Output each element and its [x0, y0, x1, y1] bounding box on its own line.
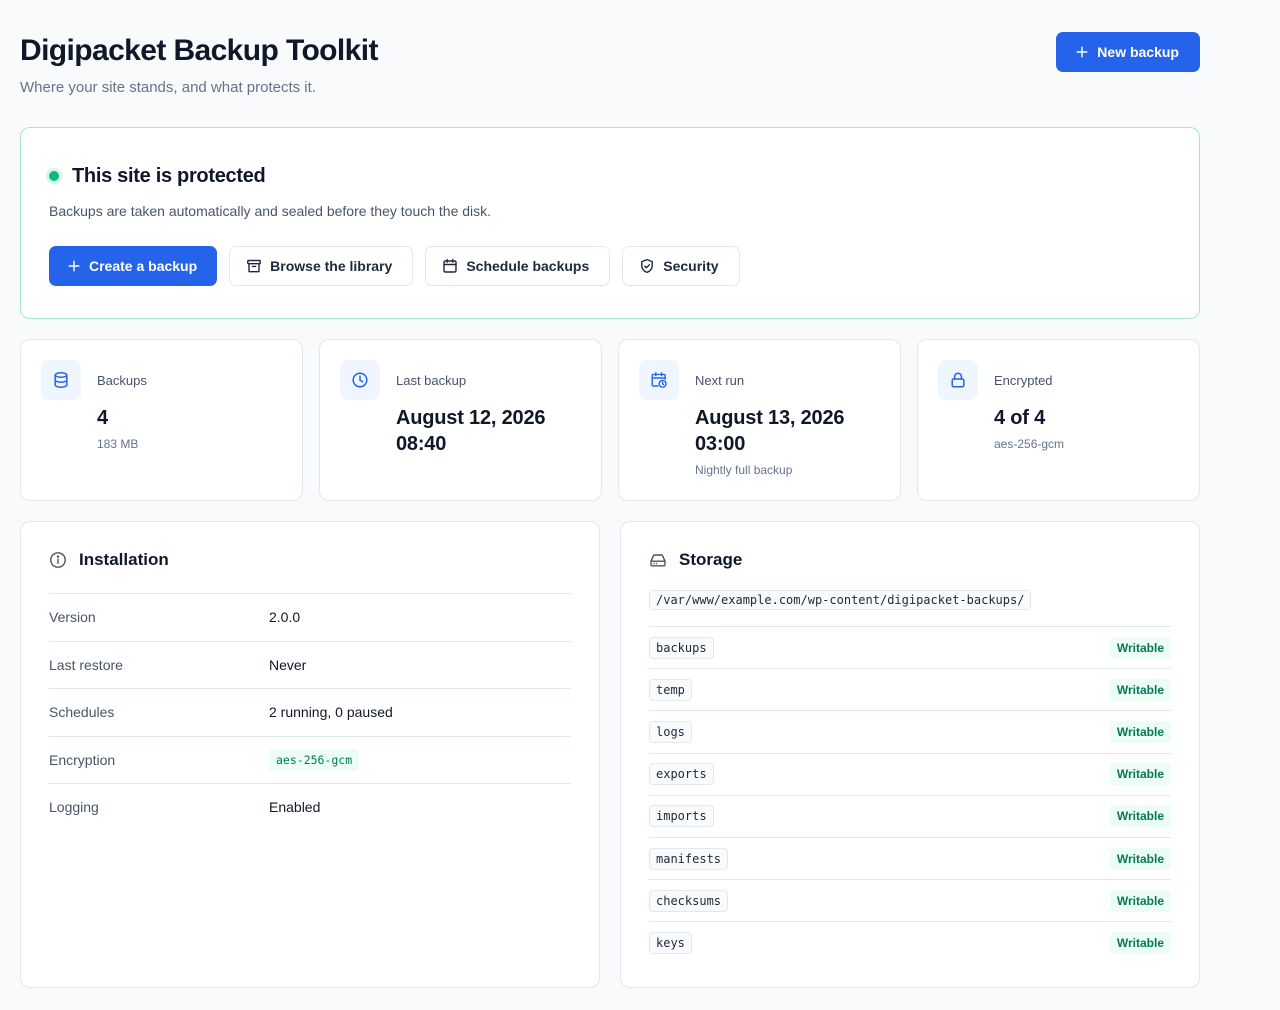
- directory-row: backups Writable: [649, 626, 1171, 668]
- stat-card-last-backup: Last backup August 12, 2026 08:40: [319, 339, 602, 501]
- detail-key: Encryption: [49, 751, 116, 768]
- stat-sub: 183 MB: [97, 437, 139, 451]
- schedule-backups-label: Schedule backups: [466, 258, 590, 274]
- detail-key: Version: [49, 609, 96, 626]
- detail-key: Logging: [49, 799, 99, 816]
- archive-icon: [247, 259, 262, 273]
- clock-icon: [352, 372, 368, 388]
- directory-row: imports Writable: [649, 794, 1171, 837]
- detail-value: 2 running, 0 paused: [269, 704, 393, 721]
- directory-name: imports: [649, 805, 714, 828]
- page-header: Digipacket Backup Toolkit Where your sit…: [20, 0, 1200, 128]
- status-title: This site is protected: [72, 165, 266, 187]
- storage-path: /var/www/example.com/wp-content/digipack…: [649, 590, 1032, 610]
- encryption-badge: aes-256-gcm: [269, 748, 360, 771]
- shield-check-icon: [641, 258, 654, 274]
- stat-value: August 12, 2026 08:40: [396, 407, 546, 455]
- status-badge: Writable: [1109, 763, 1171, 786]
- directory-row: exports Writable: [649, 752, 1171, 795]
- status-badge: Writable: [1109, 636, 1171, 659]
- stat-icon-box: [639, 360, 679, 400]
- status-badge: Writable: [1109, 720, 1171, 743]
- lock-icon: [951, 372, 965, 388]
- database-icon: [54, 372, 68, 388]
- security-label: Security: [663, 258, 719, 274]
- stat-card-next-run: Next run August 13, 2026 03:00 Nightly f…: [618, 339, 901, 501]
- directory-name: logs: [649, 720, 692, 743]
- stat-sub: Nightly full backup: [695, 463, 793, 477]
- calendar-icon: [443, 258, 458, 273]
- status-badge: Writable: [1109, 678, 1171, 701]
- status-badge: Writable: [1109, 805, 1171, 828]
- storage-directory-list: backups Writable temp Writable logs Writ…: [649, 626, 1171, 964]
- create-backup-button[interactable]: Create a backup: [49, 246, 218, 286]
- page: Digipacket Backup Toolkit Where your sit…: [20, 0, 1200, 988]
- stat-sub: aes-256-gcm: [994, 437, 1065, 451]
- detail-key: Schedules: [49, 704, 115, 721]
- stat-label: Last backup: [396, 373, 467, 388]
- panel-header: Storage: [649, 550, 742, 570]
- detail-value: Enabled: [269, 799, 321, 816]
- panel-title: Storage: [679, 550, 743, 569]
- status-actions: Create a backup Browse the library Sched…: [49, 246, 740, 286]
- status-badge: Writable: [1109, 889, 1171, 912]
- directory-row: manifests Writable: [649, 836, 1171, 879]
- directory-name: manifests: [649, 847, 729, 870]
- detail-row-version: Version 2.0.0: [49, 593, 571, 641]
- detail-value: 2.0.0: [269, 609, 301, 626]
- browse-library-label: Browse the library: [270, 258, 393, 274]
- directory-name: temp: [649, 678, 692, 701]
- new-backup-button[interactable]: New backup: [1056, 32, 1200, 72]
- status-description: Backups are taken automatically and seal…: [49, 203, 492, 219]
- plus-icon: [68, 260, 80, 272]
- installation-details: Version 2.0.0 Last restore Never Schedul…: [49, 593, 571, 831]
- directory-name: backups: [649, 636, 714, 659]
- page-title: Digipacket Backup Toolkit: [20, 34, 378, 67]
- stat-value: 4: [97, 407, 108, 429]
- browse-library-button[interactable]: Browse the library: [229, 246, 414, 286]
- detail-row-last-restore: Last restore Never: [49, 640, 571, 689]
- detail-row-encryption: Encryption aes-256-gcm: [49, 735, 571, 784]
- stat-value: 4 of 4: [994, 407, 1046, 429]
- directory-name: checksums: [649, 889, 729, 912]
- directory-row: checksums Writable: [649, 879, 1171, 921]
- hard-drive-icon: [650, 554, 666, 567]
- directory-row: temp Writable: [649, 668, 1171, 710]
- stat-card-encrypted: Encrypted 4 of 4 aes-256-gcm: [917, 339, 1200, 501]
- status-dot: [49, 171, 59, 181]
- stat-card-backups: Backups 4 183 MB: [20, 339, 303, 501]
- security-button[interactable]: Security: [622, 246, 740, 286]
- detail-row-logging: Logging Enabled: [49, 783, 571, 831]
- detail-key: Last restore: [49, 656, 123, 673]
- directory-row: keys Writable: [649, 921, 1171, 963]
- storage-panel: Storage /var/www/example.com/wp-content/…: [620, 521, 1200, 988]
- directory-name: exports: [649, 763, 714, 786]
- stat-icon-box: [340, 360, 380, 400]
- stat-value: August 13, 2026 03:00: [695, 407, 845, 455]
- stat-label: Encrypted: [994, 373, 1053, 388]
- directory-name: keys: [649, 931, 692, 954]
- status-badge: Writable: [1109, 931, 1171, 954]
- panel-title: Installation: [79, 550, 169, 569]
- info-icon: [50, 552, 66, 568]
- create-backup-label: Create a backup: [89, 258, 198, 274]
- status-badge: Writable: [1109, 847, 1171, 870]
- stat-icon-box: [938, 360, 978, 400]
- detail-row-schedules: Schedules 2 running, 0 paused: [49, 688, 571, 736]
- detail-value: Never: [269, 656, 307, 673]
- stat-label: Next run: [695, 373, 745, 388]
- new-backup-label: New backup: [1097, 44, 1179, 60]
- stat-label: Backups: [97, 373, 147, 388]
- schedule-backups-button[interactable]: Schedule backups: [425, 246, 611, 286]
- page-subtitle: Where your site stands, and what protect…: [20, 79, 316, 96]
- stat-icon-box: [41, 360, 81, 400]
- directory-row: logs Writable: [649, 710, 1171, 752]
- protection-status-card: This site is protected Backups are taken…: [20, 127, 1200, 319]
- calendar-clock-icon: [651, 372, 667, 388]
- installation-panel: Installation Version 2.0.0 Last restore …: [20, 521, 600, 988]
- panel-header: Installation: [49, 550, 169, 570]
- plus-icon: [1076, 46, 1088, 58]
